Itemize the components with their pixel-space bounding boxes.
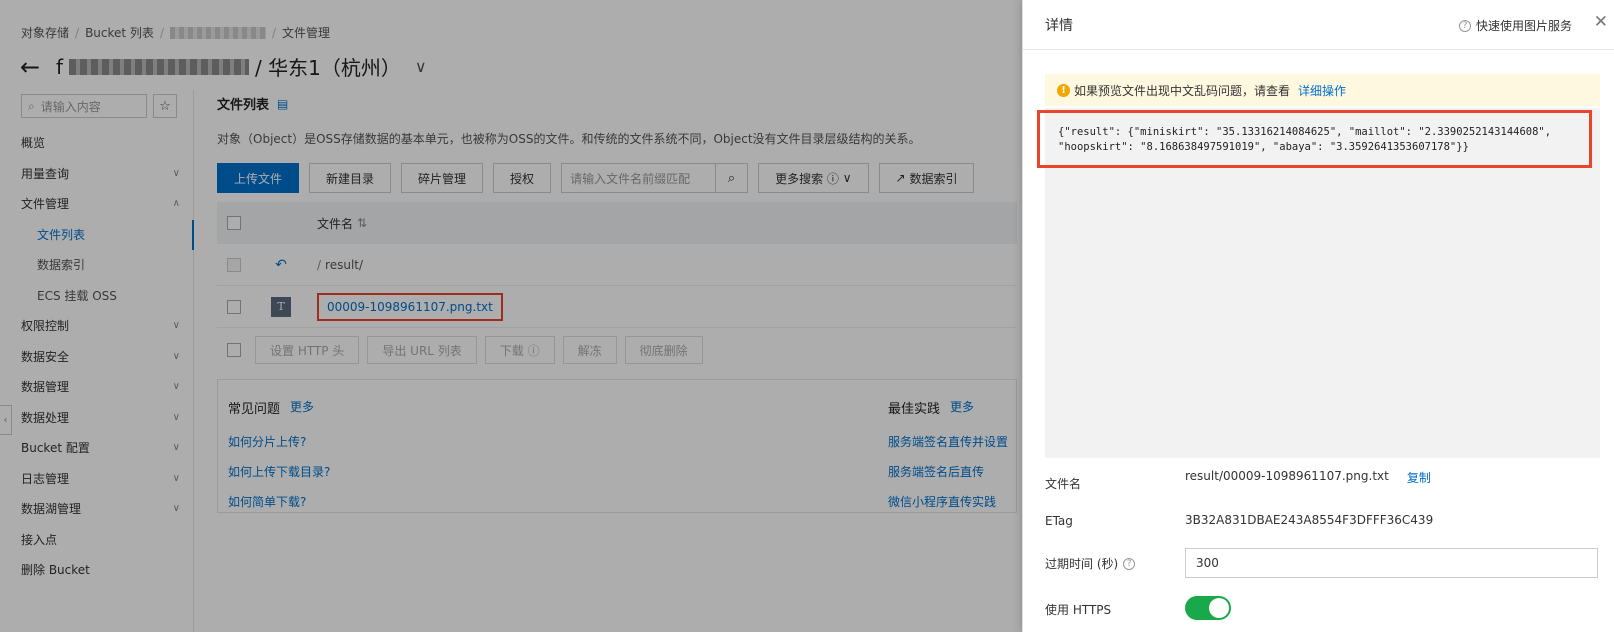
filename-label: 文件名 [1045, 477, 1082, 491]
toggle-knob [1209, 598, 1229, 618]
preview-line: {"result": {"miniskirt": "35.13316214084… [1058, 126, 1552, 138]
https-toggle[interactable] [1185, 596, 1231, 620]
filename-value-row: result/00009-1098961107.png.txt 复制 [1185, 469, 1431, 486]
expire-label-row: 过期时间 (秒) ? [1045, 555, 1136, 572]
preview-content-highlight: {"result": {"miniskirt": "35.13316214084… [1037, 110, 1592, 168]
etag-label: ETag [1045, 514, 1073, 528]
etag-value: 3B32A831DBAE243A8554F3DFFF36C439 [1185, 513, 1434, 527]
filename-value: result/00009-1098961107.png.txt [1185, 469, 1389, 483]
file-preview-area[interactable]: {"result": {"miniskirt": "35.13316214084… [1037, 108, 1600, 458]
image-service-help-link[interactable]: ? 快速使用图片服务 [1458, 17, 1572, 34]
preview-line: "hoopskirt": "8.168638497591019", "abaya… [1058, 141, 1469, 153]
drawer-header: 详情 ? 快速使用图片服务 ✕ [1023, 0, 1614, 50]
image-service-help-label: 快速使用图片服务 [1475, 19, 1572, 33]
https-label: 使用 HTTPS [1045, 603, 1112, 617]
copy-button[interactable]: 复制 [1407, 469, 1431, 486]
drawer-title: 详情 [1045, 18, 1073, 34]
detail-drawer: 详情 ? 快速使用图片服务 ✕ ! 如果预览文件出现中文乱码问题，请查看 详细操… [1022, 0, 1614, 632]
warning-text: 如果预览文件出现中文乱码问题，请查看 [1074, 83, 1291, 98]
help-circle-icon[interactable]: ? [1123, 557, 1136, 570]
expire-seconds-input[interactable]: 300 [1185, 548, 1598, 578]
encoding-warning-banner: ! 如果预览文件出现中文乱码问题，请查看 详细操作 [1045, 74, 1600, 106]
close-icon[interactable]: ✕ [1594, 12, 1608, 32]
details-link[interactable]: 详细操作 [1298, 82, 1346, 99]
expire-label: 过期时间 (秒) [1045, 557, 1119, 571]
modal-overlay[interactable] [0, 0, 1022, 632]
warning-icon: ! [1057, 83, 1070, 97]
help-circle-icon: ? [1458, 19, 1471, 32]
